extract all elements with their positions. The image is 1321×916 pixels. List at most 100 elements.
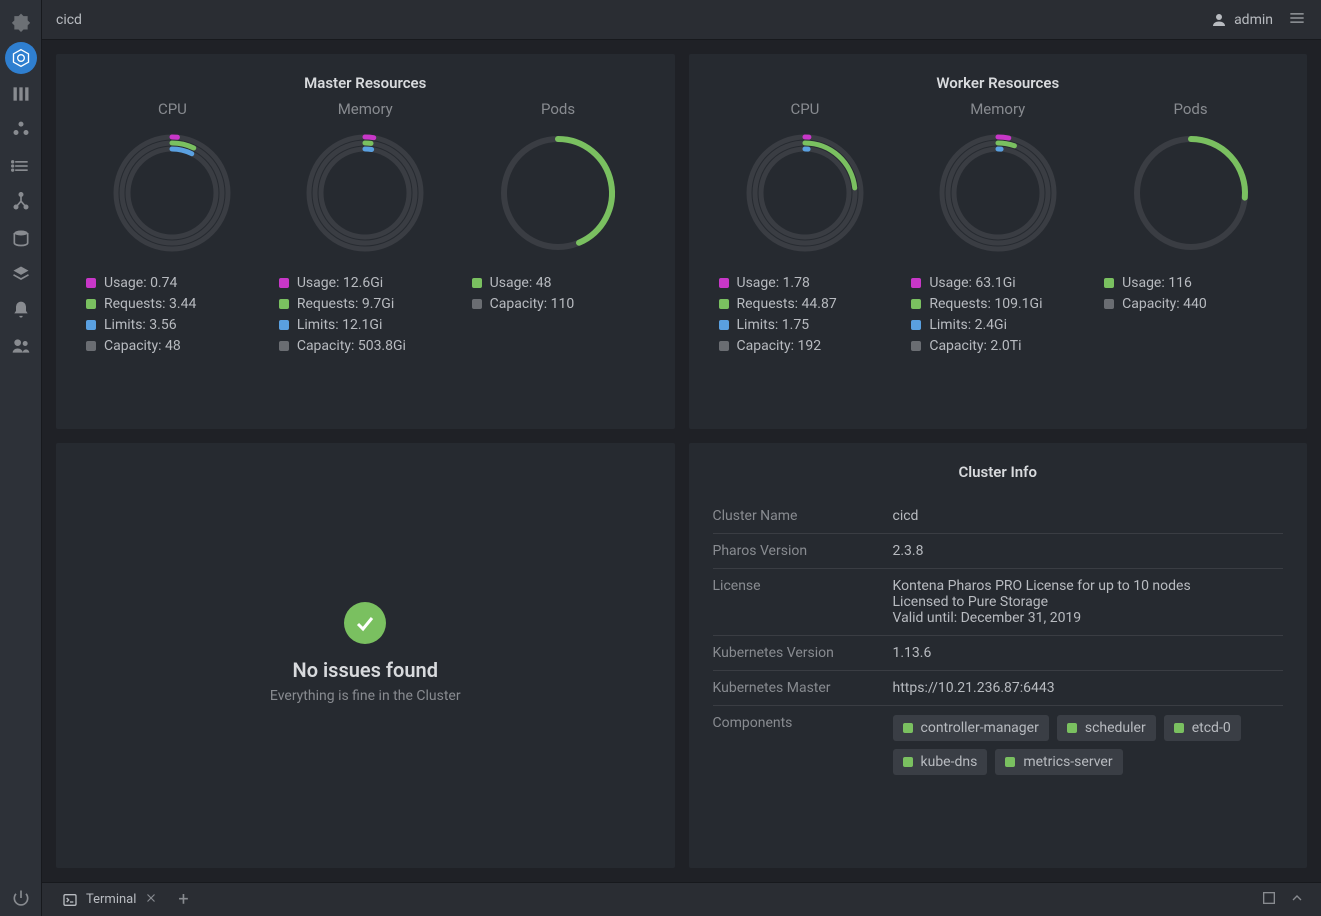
nav-workloads-icon[interactable]: [0, 112, 42, 148]
legend-text: Limits: 1.75: [737, 317, 810, 333]
info-value: 2.3.8: [893, 543, 1284, 559]
legend-row: Requests: 9.7Gi: [279, 296, 406, 312]
terminal-icon: [62, 892, 78, 908]
nav-storage-icon[interactable]: [0, 220, 42, 256]
terminal-tab[interactable]: Terminal: [52, 883, 168, 916]
gauge-label: Pods: [541, 100, 575, 118]
status-dot: [903, 757, 913, 767]
logo-icon[interactable]: [0, 4, 42, 40]
legend-row: Usage: 116: [1104, 275, 1207, 291]
nav-list-icon[interactable]: [0, 148, 42, 184]
info-row: Pharos Version2.3.8: [713, 534, 1284, 569]
legend-swatch: [719, 278, 729, 288]
legend-row: Limits: 3.56: [86, 317, 196, 333]
info-key: License: [713, 578, 893, 626]
status-dot: [1005, 757, 1015, 767]
fullscreen-icon[interactable]: [1255, 890, 1283, 910]
chevron-up-icon[interactable]: [1283, 890, 1311, 910]
nav-bell-icon[interactable]: [0, 292, 42, 328]
legend-row: Capacity: 192: [719, 338, 837, 354]
legend-row: Usage: 1.78: [719, 275, 837, 291]
dashboard-content: Master Resources CPU Usage: 0.74 Requests: …: [42, 40, 1321, 882]
legend-text: Limits: 12.1Gi: [297, 317, 383, 333]
close-icon[interactable]: [144, 891, 158, 909]
gauge-label: CPU: [158, 100, 187, 118]
legend-text: Usage: 63.1Gi: [929, 275, 1015, 291]
menu-icon[interactable]: [1287, 8, 1307, 32]
legend-text: Requests: 44.87: [737, 296, 837, 312]
gauge-legend: Usage: 1.78 Requests: 44.87 Limits: 1.75 Ca…: [713, 270, 837, 359]
gauge-legend: Usage: 63.1Gi Requests: 109.1Gi Limits: 2.…: [905, 270, 1042, 359]
component-chip[interactable]: scheduler: [1057, 715, 1156, 741]
info-row: Kubernetes Version1.13.6: [713, 636, 1284, 671]
legend-text: Usage: 48: [490, 275, 552, 291]
legend-text: Capacity: 110: [490, 296, 575, 312]
info-value: https://10.21.236.87:6443: [893, 680, 1284, 696]
info-value: Kontena Pharos PRO License for up to 10 …: [893, 578, 1284, 626]
legend-text: Usage: 116: [1122, 275, 1192, 291]
legend-row: Usage: 63.1Gi: [911, 275, 1042, 291]
gauge-memory: MemoryUsage: 63.1GiRequests: 109.1GiLimi…: [905, 100, 1090, 359]
legend-swatch: [86, 278, 96, 288]
legend-swatch: [279, 299, 289, 309]
legend-text: Capacity: 440: [1122, 296, 1207, 312]
check-icon: [344, 602, 386, 644]
nav-cluster-icon[interactable]: [0, 40, 42, 76]
cluster-info-title: Cluster Info: [713, 463, 1284, 481]
legend-swatch: [911, 320, 921, 330]
legend-swatch: [911, 299, 921, 309]
component-chip[interactable]: etcd-0: [1164, 715, 1241, 741]
legend-text: Usage: 12.6Gi: [297, 275, 383, 291]
legend-swatch: [719, 320, 729, 330]
legend-swatch: [86, 299, 96, 309]
legend-text: Usage: 1.78: [737, 275, 810, 291]
component-name: controller-manager: [921, 720, 1039, 736]
legend-row: Limits: 1.75: [719, 317, 837, 333]
legend-swatch: [911, 341, 921, 351]
legend-swatch: [719, 299, 729, 309]
status-dot: [1174, 723, 1184, 733]
legend-swatch: [1104, 278, 1114, 288]
legend-text: Capacity: 48: [104, 338, 181, 354]
component-chip[interactable]: controller-manager: [893, 715, 1049, 741]
legend-row: Limits: 2.4Gi: [911, 317, 1042, 333]
info-row: LicenseKontena Pharos PRO License for up…: [713, 569, 1284, 636]
status-dot: [903, 723, 913, 733]
sidebar: [0, 0, 42, 916]
legend-text: Capacity: 2.0Ti: [929, 338, 1021, 354]
legend-row: Capacity: 2.0Ti: [911, 338, 1042, 354]
info-row: Cluster Namecicd: [713, 499, 1284, 534]
power-icon[interactable]: [0, 880, 42, 916]
info-key: Components: [713, 715, 893, 775]
user-icon: [1210, 11, 1228, 29]
component-name: kube-dns: [921, 754, 978, 770]
new-tab-button[interactable]: +: [168, 889, 198, 910]
issues-panel: No issues found Everything is fine in th…: [56, 443, 675, 869]
issues-title: No issues found: [293, 658, 438, 682]
legend-swatch: [472, 299, 482, 309]
legend-row: Requests: 109.1Gi: [911, 296, 1042, 312]
panel-title: Master Resources: [80, 74, 651, 92]
nav-layers-icon[interactable]: [0, 256, 42, 292]
legend-text: Usage: 0.74: [104, 275, 177, 291]
nav-network-icon[interactable]: [0, 184, 42, 220]
user-menu[interactable]: admin: [1210, 11, 1273, 29]
panel-title: Worker Resources: [713, 74, 1284, 92]
component-name: metrics-server: [1023, 754, 1112, 770]
info-value: cicd: [893, 508, 1284, 524]
nav-users-icon[interactable]: [0, 328, 42, 364]
legend-row: Usage: 48: [472, 275, 575, 291]
legend-swatch: [86, 341, 96, 351]
issues-subtitle: Everything is fine in the Cluster: [270, 688, 461, 704]
legend-row: Limits: 12.1Gi: [279, 317, 406, 333]
component-chip[interactable]: metrics-server: [995, 749, 1122, 775]
legend-row: Requests: 3.44: [86, 296, 196, 312]
component-chip[interactable]: kube-dns: [893, 749, 988, 775]
info-value: 1.13.6: [893, 645, 1284, 661]
legend-text: Limits: 3.56: [104, 317, 177, 333]
breadcrumb[interactable]: cicd: [56, 12, 82, 28]
nav-nodes-icon[interactable]: [0, 76, 42, 112]
user-label: admin: [1234, 12, 1273, 28]
gauge-label: CPU: [790, 100, 819, 118]
worker-resources-panel: Worker Resources CPU Usage: 1.78 Requests: …: [689, 54, 1308, 429]
